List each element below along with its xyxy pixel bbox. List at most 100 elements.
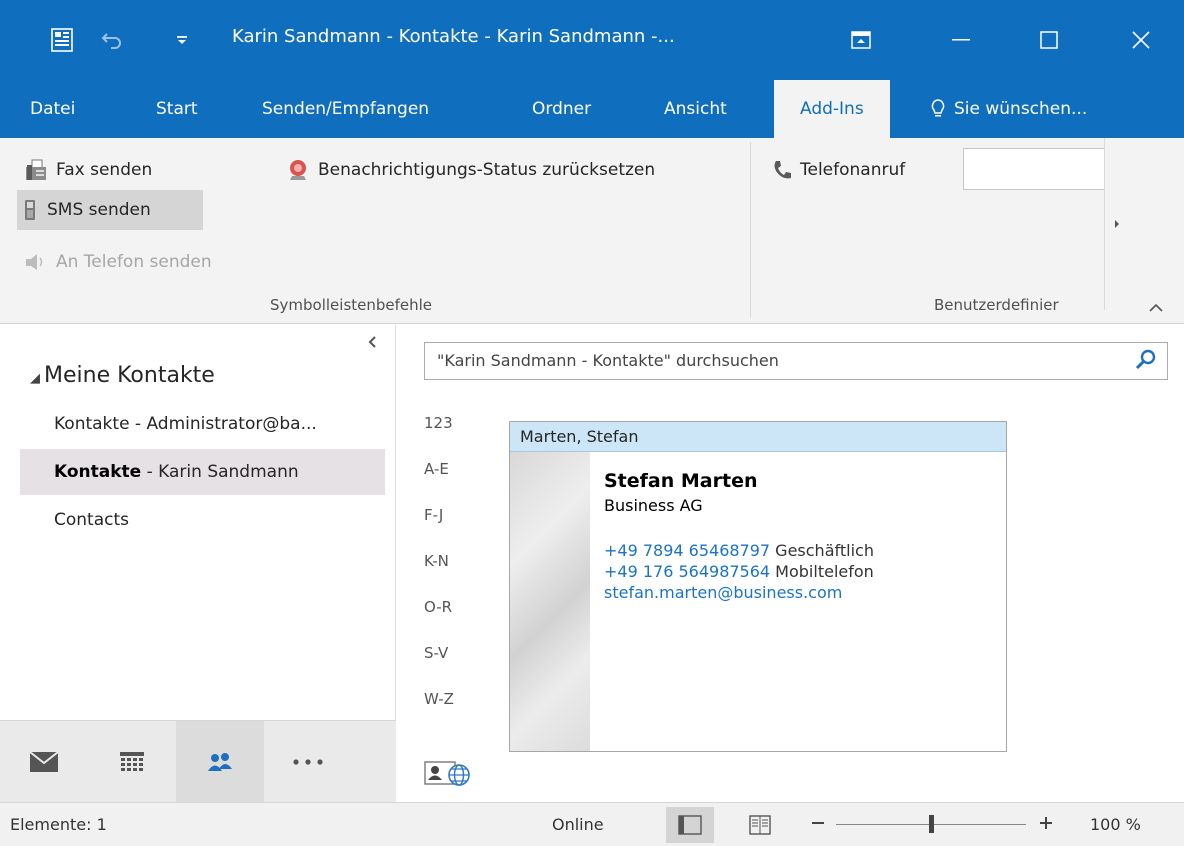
maximize-icon[interactable] [1026, 20, 1072, 60]
nav-more-button[interactable] [264, 721, 352, 803]
tab-datei[interactable]: Datei [30, 80, 75, 138]
nav-mail-button[interactable] [0, 721, 88, 803]
an-telefon-senden-label: An Telefon senden [56, 252, 212, 272]
contact-card-header: Marten, Stefan [510, 422, 1006, 452]
index-k-n[interactable]: K-N [424, 552, 476, 570]
contact-card-picture-strip [510, 452, 590, 751]
sms-senden-label: SMS senden [47, 200, 151, 220]
my-contacts-heading[interactable]: ◢ Meine Kontakte [30, 363, 215, 388]
tell-me-box[interactable]: Sie wünschen... [930, 80, 1087, 138]
sms-senden-button[interactable]: SMS senden [17, 190, 203, 230]
an-telefon-senden-button[interactable]: An Telefon senden [20, 242, 216, 282]
people-icon [208, 753, 232, 771]
contact-company: Business AG [604, 496, 703, 515]
my-contacts-label: Meine Kontakte [44, 363, 215, 388]
tab-start[interactable]: Start [156, 80, 198, 138]
folder-item-contacts[interactable]: Contacts [20, 497, 385, 543]
group-label-symbolleistenbefehle: Symbolleistenbefehle [270, 296, 433, 314]
fax-senden-label: Fax senden [56, 160, 153, 180]
fax-senden-button[interactable]: Fax senden [20, 150, 156, 190]
search-placeholder: "Karin Sandmann - Kontakte" durchsuchen [437, 351, 779, 370]
folder-item-kontakte-administrator[interactable]: Kontakte - Administrator@ba... [20, 401, 385, 447]
index-s-v[interactable]: S-V [424, 644, 476, 662]
fax-icon [26, 159, 46, 180]
index-a-e[interactable]: A-E [424, 460, 476, 478]
calendar-icon [120, 752, 144, 771]
ribbon-display-icon[interactable] [838, 20, 884, 60]
normal-view-button[interactable] [666, 807, 714, 843]
close-icon[interactable] [1118, 20, 1164, 60]
navigation-bar [0, 720, 396, 803]
nav-people-button[interactable] [176, 721, 264, 803]
tab-senden-empfangen[interactable]: Senden/Empfangen [262, 80, 429, 138]
more-icon [293, 759, 323, 765]
index-f-j[interactable]: F-J [424, 506, 476, 524]
ribbon: Fax senden SMS senden An Telefon senden … [0, 138, 1184, 324]
contact-card[interactable]: Marten, Stefan Stefan Marten Business AG… [509, 421, 1007, 752]
status-bar: Elemente: 1 Online 100 % [0, 802, 1184, 846]
chevron-right-icon [1114, 220, 1119, 228]
folder-item-label: Kontakte - Administrator@ba... [54, 414, 317, 434]
contact-card-body: Stefan Marten Business AG +49 7894 65468… [604, 470, 874, 602]
ribbon-tabs: Datei Start Senden/Empfangen Ordner Ansi… [0, 80, 1184, 138]
ribbon-separator [750, 142, 751, 318]
speaker-icon [26, 254, 43, 270]
chevron-up-icon [1149, 304, 1163, 312]
telefonanruf-label: Telefonanruf [800, 160, 906, 180]
minimize-icon[interactable] [938, 20, 984, 60]
item-count: Elemente: 1 [10, 815, 107, 834]
contact-phone-mobile: +49 176 564987564 Mobiltelefon [604, 562, 874, 581]
mobile-phone-icon [25, 200, 35, 220]
index-w-z[interactable]: W-Z [424, 690, 476, 708]
zoom-level[interactable]: 100 % [1090, 815, 1141, 834]
zoom-out-button[interactable] [810, 815, 832, 835]
chevron-left-icon [368, 336, 376, 348]
telefon-input[interactable] [963, 148, 1105, 190]
window-title: Karin Sandmann - Kontakte - Karin Sandma… [232, 26, 675, 47]
folder-item-kontakte-karin[interactable]: Kontakte - Karin Sandmann [20, 449, 385, 495]
minus-icon [812, 822, 824, 824]
zoom-slider[interactable] [836, 815, 1026, 833]
collapse-folder-pane-button[interactable] [368, 333, 376, 352]
collapse-ribbon-button[interactable] [1146, 298, 1166, 318]
group-label-benutzerdefiniert: Benutzerdefinier [934, 296, 1059, 314]
connection-status: Online [552, 815, 604, 834]
index-o-r[interactable]: O-R [424, 598, 476, 616]
index-123[interactable]: 123 [424, 414, 476, 432]
phone-handset-icon [774, 161, 791, 179]
phone-business-label: Geschäftlich [770, 541, 874, 560]
customize-qat-icon[interactable] [168, 24, 196, 56]
app-icon[interactable] [48, 24, 76, 56]
business-card-web-icon[interactable] [424, 758, 476, 788]
tab-ansicht[interactable]: Ansicht [664, 80, 727, 138]
reset-notification-button[interactable]: Benachrichtigungs-Status zurücksetzen [282, 150, 659, 190]
zoom-in-button[interactable] [1038, 815, 1060, 835]
plus-icon [1040, 817, 1052, 829]
title-bar: Karin Sandmann - Kontakte - Karin Sandma… [0, 0, 1184, 80]
ribbon-scroll-right-button[interactable] [1104, 138, 1128, 310]
search-icon[interactable] [1135, 349, 1157, 376]
contact-email: stefan.marten@business.com [604, 583, 874, 602]
nav-calendar-button[interactable] [88, 721, 176, 803]
telefonanruf-button[interactable]: Telefonanruf [768, 150, 909, 190]
email-link[interactable]: stefan.marten@business.com [604, 583, 842, 602]
folder-item-label-bold: Kontakte [54, 462, 142, 482]
zoom-slider-thumb[interactable] [928, 815, 934, 833]
mail-icon [29, 751, 59, 772]
undo-icon[interactable] [98, 24, 126, 56]
contact-name: Stefan Marten [604, 470, 758, 492]
normal-view-icon [678, 815, 702, 835]
reading-view-button[interactable] [736, 807, 784, 843]
tell-me-label: Sie wünschen... [954, 99, 1088, 119]
reading-view-icon [749, 815, 771, 835]
folder-item-label: - Karin Sandmann [141, 462, 299, 482]
lightbulb-icon [931, 99, 945, 117]
search-contacts-input[interactable]: "Karin Sandmann - Kontakte" durchsuchen [424, 342, 1168, 380]
phone-business-link[interactable]: +49 7894 65468797 [604, 541, 770, 560]
tab-add-ins[interactable]: Add-Ins [774, 80, 890, 138]
tab-ordner[interactable]: Ordner [532, 80, 591, 138]
folder-item-label: Contacts [54, 510, 129, 530]
phone-mobile-link[interactable]: +49 176 564987564 [604, 562, 770, 581]
contact-phone-business: +49 7894 65468797 Geschäftlich [604, 541, 874, 560]
reset-notification-label: Benachrichtigungs-Status zurücksetzen [318, 160, 656, 180]
